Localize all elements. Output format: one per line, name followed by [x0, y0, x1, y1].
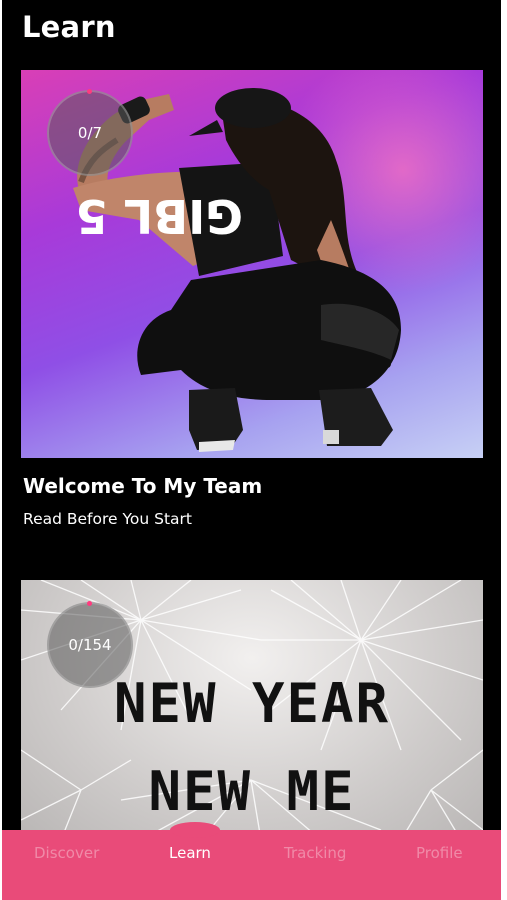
progress-text: 0/7	[77, 124, 103, 142]
active-tab-notch	[170, 822, 220, 838]
nav-item-profile[interactable]: Profile	[416, 844, 463, 862]
course-card-image-2[interactable]: 0/154 NEW YEAR NEW ME	[21, 580, 483, 840]
nav-item-tracking[interactable]: Tracking	[284, 844, 346, 862]
progress-ring: 0/7	[47, 89, 133, 176]
progress-text-2: 0/154	[68, 636, 112, 654]
app-screen: Learn GIBL 5 0/7 Welcome To My Team Read…	[2, 0, 501, 900]
jersey-number: GIBL 5	[76, 189, 243, 243]
progress-indicator-dot	[87, 89, 92, 94]
nav-item-learn[interactable]: Learn	[169, 844, 211, 862]
banner-line-1: NEW YEAR	[113, 672, 391, 735]
course-card-image[interactable]: GIBL 5 0/7	[21, 70, 483, 458]
course-title[interactable]: Welcome To My Team	[23, 474, 262, 498]
banner-line-2: NEW ME	[148, 760, 356, 823]
bottom-nav: Discover Learn Tracking Profile	[2, 822, 501, 900]
nav-item-discover[interactable]: Discover	[34, 844, 99, 862]
page-title: Learn	[22, 10, 116, 44]
progress-indicator-dot-2	[87, 601, 92, 606]
course-subtitle: Read Before You Start	[23, 510, 192, 528]
